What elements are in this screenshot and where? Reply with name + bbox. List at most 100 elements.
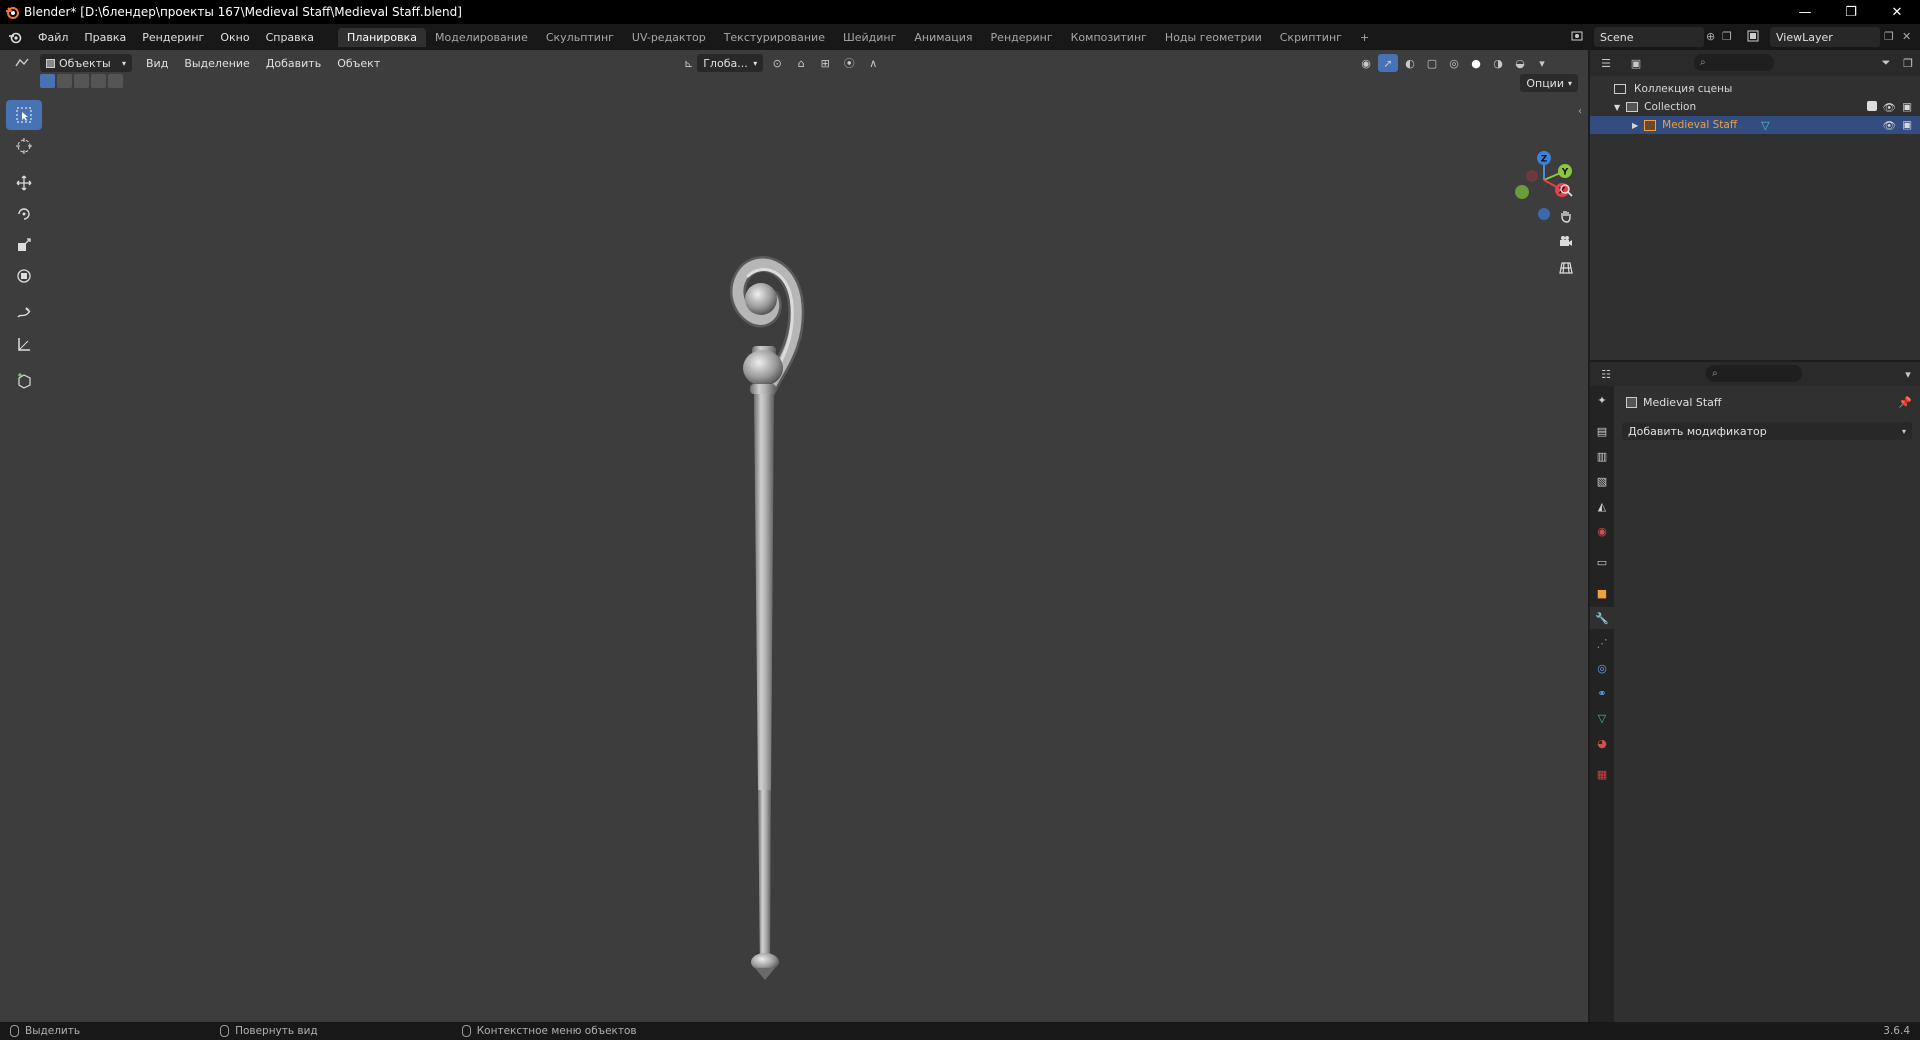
camera-view-button[interactable]	[1554, 230, 1578, 254]
new-scene-icon[interactable]: ❐	[1722, 30, 1732, 43]
pin-icon[interactable]: 📌	[1898, 396, 1912, 409]
shading-options-icon[interactable]: ▾	[1532, 54, 1552, 72]
outliner-search-input[interactable]: ⌕	[1694, 54, 1774, 71]
menu-edit[interactable]: Правка	[76, 31, 134, 44]
tab-constraints[interactable]: ⚭	[1590, 682, 1614, 704]
transform-tool[interactable]	[6, 261, 42, 291]
tab-material[interactable]: ◕	[1590, 732, 1614, 754]
tab-layout[interactable]: Планировка	[338, 27, 427, 47]
outliner-editor-type-icon[interactable]: ☰	[1596, 54, 1616, 72]
chevron-down-icon[interactable]: ▾	[1898, 365, 1918, 383]
gizmo-neg-y[interactable]	[1515, 185, 1529, 199]
mesh-data-icon[interactable]: ▽	[1761, 119, 1769, 132]
select-box-tool[interactable]	[6, 100, 42, 130]
measure-tool[interactable]	[6, 329, 42, 359]
display-mode-icon[interactable]: ▣	[1626, 54, 1646, 72]
new-collection-icon[interactable]: ❐	[1898, 54, 1918, 72]
tab-shading[interactable]: Шейдинг	[834, 28, 905, 47]
overlay-toggle-icon[interactable]: ◐	[1400, 54, 1420, 72]
select-new-icon[interactable]	[40, 74, 55, 88]
scale-tool[interactable]	[6, 230, 42, 260]
menu-render[interactable]: Рендеринг	[134, 31, 212, 44]
add-cube-tool[interactable]	[6, 366, 42, 396]
scene-field[interactable]: Scene	[1594, 27, 1704, 47]
tab-world[interactable]: ◉	[1590, 520, 1614, 542]
tab-sculpting[interactable]: Скульптинг	[537, 28, 623, 47]
add-modifier-dropdown[interactable]: Добавить модификатор ▾	[1622, 422, 1912, 440]
move-tool[interactable]	[6, 168, 42, 198]
tab-collection[interactable]: ▭	[1590, 551, 1614, 573]
new-view-layer-icon[interactable]: ❐	[1884, 30, 1894, 43]
properties-editor-type-icon[interactable]: ☷	[1596, 365, 1616, 383]
menu-add[interactable]: Добавить	[258, 57, 329, 70]
eye-icon[interactable]: 👁	[1883, 101, 1896, 114]
scene-selector-icon[interactable]	[1570, 29, 1584, 46]
editor-type-icon[interactable]	[8, 54, 36, 72]
eye-icon[interactable]: 👁	[1883, 119, 1896, 132]
visibility-icon[interactable]: ◉	[1356, 54, 1376, 72]
tab-render[interactable]: ▤	[1590, 420, 1614, 442]
camera-render-icon[interactable]: ▣	[1902, 101, 1912, 114]
select-subtract-icon[interactable]	[74, 74, 89, 88]
blender-menu-icon[interactable]	[0, 30, 30, 44]
proportional-edit-icon[interactable]: ⦿	[839, 54, 859, 72]
expand-arrow-icon[interactable]: ▼	[1614, 103, 1620, 112]
tab-scene[interactable]: ◭	[1590, 495, 1614, 517]
tab-animation[interactable]: Анимация	[905, 28, 981, 47]
properties-search-input[interactable]: ⌕	[1706, 365, 1802, 382]
gizmo-neg-x[interactable]	[1526, 170, 1538, 182]
tab-view-layer[interactable]: ▧	[1590, 470, 1614, 492]
cursor-tool[interactable]	[6, 131, 42, 161]
menu-object[interactable]: Объект	[329, 57, 388, 70]
tab-geometry-nodes[interactable]: Ноды геометрии	[1156, 28, 1271, 47]
tab-compositing[interactable]: Композитинг	[1062, 28, 1156, 47]
options-dropdown[interactable]: Опции ▾	[1520, 74, 1578, 92]
snap-icon[interactable]: ⌂	[791, 54, 811, 72]
view-layer-field[interactable]: ViewLayer	[1770, 27, 1880, 47]
transform-orientation-dropdown[interactable]: Глоба... ▾	[697, 54, 764, 72]
gizmo-neg-z[interactable]	[1538, 208, 1550, 220]
scene-pin-icon[interactable]: ⊕	[1706, 30, 1715, 43]
maximize-button[interactable]: ❐	[1828, 0, 1874, 24]
snap-target-icon[interactable]: ⊞	[815, 54, 835, 72]
expand-arrow-icon[interactable]: ▶	[1632, 121, 1638, 130]
outliner-row-collection[interactable]: ▼ Collection 👁 ▣	[1590, 98, 1920, 116]
tab-texture-paint[interactable]: Текстурирование	[715, 28, 834, 47]
tab-particles[interactable]: ⋰	[1590, 632, 1614, 654]
wireframe-shading-icon[interactable]: ◎	[1444, 54, 1464, 72]
tab-tool[interactable]: ✦	[1590, 389, 1614, 411]
menu-help[interactable]: Справка	[258, 31, 322, 44]
close-button[interactable]: ✕	[1874, 0, 1920, 24]
perspective-toggle-button[interactable]	[1554, 256, 1578, 280]
annotate-tool[interactable]	[6, 298, 42, 328]
menu-file[interactable]: Файл	[30, 31, 76, 44]
orientation-icon[interactable]: ⊾	[684, 57, 693, 70]
tab-modeling[interactable]: Моделирование	[426, 28, 537, 47]
pivot-point-icon[interactable]: ⊙	[767, 54, 787, 72]
zoom-view-button[interactable]	[1554, 178, 1578, 202]
sidebar-toggle-icon[interactable]: ‹	[1578, 106, 1582, 117]
tab-texture[interactable]: ▦	[1590, 763, 1614, 785]
exclude-checkbox[interactable]	[1866, 100, 1877, 111]
rotate-tool[interactable]	[6, 199, 42, 229]
menu-window[interactable]: Окно	[212, 31, 257, 44]
pan-view-button[interactable]	[1554, 204, 1578, 228]
tab-modifiers[interactable]: 🔧	[1590, 607, 1614, 629]
remove-view-layer-icon[interactable]: ✕	[1902, 30, 1911, 43]
tab-object[interactable]: ■	[1590, 582, 1614, 604]
tab-scripting[interactable]: Скриптинг	[1271, 28, 1351, 47]
add-workspace-button[interactable]: +	[1351, 28, 1378, 47]
outliner-row-scene-collection[interactable]: Коллекция сцены	[1590, 80, 1920, 98]
menu-view[interactable]: Вид	[138, 57, 176, 70]
tab-output[interactable]: ▥	[1590, 445, 1614, 467]
tab-data[interactable]: ▽	[1590, 707, 1614, 729]
filter-icon[interactable]: ⏷	[1876, 54, 1896, 72]
falloff-icon[interactable]: ∧	[863, 54, 883, 72]
view-layer-icon[interactable]	[1746, 29, 1760, 46]
material-shading-icon[interactable]: ◑	[1488, 54, 1508, 72]
select-intersect-icon[interactable]	[108, 74, 123, 88]
gizmo-toggle-icon[interactable]: ➚	[1378, 54, 1398, 72]
rendered-shading-icon[interactable]: ◒	[1510, 54, 1530, 72]
tab-physics[interactable]: ◎	[1590, 657, 1614, 679]
3d-viewport[interactable]: Объекты ▾ Вид Выделение Добавить Объект …	[0, 50, 1588, 1022]
